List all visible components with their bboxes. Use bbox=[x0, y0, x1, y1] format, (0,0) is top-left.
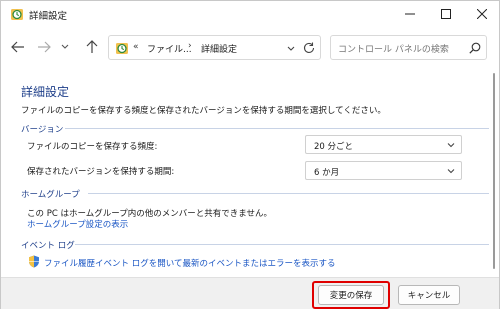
divider bbox=[88, 193, 489, 194]
page-title: 詳細設定 bbox=[21, 85, 70, 99]
file-history-icon bbox=[11, 9, 23, 20]
search-icon[interactable] bbox=[468, 41, 482, 55]
event-log-link[interactable]: ファイル履歴イベント ログを開いて最新のイベントまたはエラーを表示する bbox=[44, 257, 335, 269]
close-icon bbox=[477, 9, 487, 19]
settings-window: 詳細設定 « ファイル... › 詳細設定 コントロール パネルの検索 詳細設定… bbox=[0, 0, 500, 309]
maximize-button[interactable] bbox=[428, 1, 464, 27]
close-button[interactable] bbox=[464, 1, 500, 27]
cancel-button[interactable]: キャンセル bbox=[398, 285, 460, 305]
breadcrumb-overflow[interactable]: « bbox=[133, 42, 139, 52]
back-button[interactable] bbox=[7, 37, 29, 57]
breadcrumb-item-file-history[interactable]: ファイル... bbox=[147, 42, 192, 55]
chevron-down-icon bbox=[447, 143, 455, 148]
arrow-up-icon bbox=[86, 40, 98, 53]
search-box[interactable]: コントロール パネルの検索 bbox=[330, 35, 487, 60]
versions-heading: バージョン bbox=[21, 125, 64, 135]
divider bbox=[75, 244, 489, 245]
eventlog-heading: イベント ログ bbox=[21, 241, 75, 251]
save-frequency-select[interactable]: 20 分ごと bbox=[305, 135, 462, 154]
forward-button[interactable] bbox=[33, 37, 55, 57]
scrollbar-thumb[interactable] bbox=[493, 73, 495, 269]
main-content: 詳細設定 ファイルのコピーを保存する頻度と保存されたバージョンを保持する期間を選… bbox=[7, 67, 491, 277]
retention-label: 保存されたバージョンを保持する期間: bbox=[27, 167, 175, 177]
chevron-down-icon bbox=[61, 44, 69, 49]
arrow-right-icon bbox=[38, 41, 51, 53]
search-input[interactable]: コントロール パネルの検索 bbox=[338, 42, 449, 55]
maximize-icon bbox=[441, 9, 451, 19]
refresh-icon[interactable] bbox=[302, 41, 316, 55]
address-bar[interactable]: « ファイル... › 詳細設定 bbox=[108, 35, 321, 60]
title-bar: 詳細設定 bbox=[1, 1, 499, 27]
arrow-left-icon bbox=[11, 41, 24, 53]
minimize-icon bbox=[405, 13, 415, 15]
homegroup-heading: ホームグループ bbox=[21, 190, 80, 200]
footer-bar: 変更の保存 キャンセル bbox=[1, 277, 499, 309]
file-history-icon bbox=[116, 43, 128, 54]
uac-shield-icon bbox=[29, 255, 39, 268]
chevron-down-icon bbox=[447, 169, 455, 174]
window-title: 詳細設定 bbox=[29, 11, 68, 22]
recent-locations-button[interactable] bbox=[58, 37, 72, 57]
breadcrumb-separator[interactable]: › bbox=[188, 41, 192, 51]
navigation-bar: « ファイル... › 詳細設定 コントロール パネルの検索 bbox=[1, 27, 499, 67]
retention-value: 6 か月 bbox=[314, 168, 340, 178]
divider bbox=[65, 128, 489, 129]
retention-select[interactable]: 6 か月 bbox=[305, 161, 462, 180]
up-button[interactable] bbox=[81, 37, 103, 57]
save-changes-button[interactable]: 変更の保存 bbox=[318, 285, 384, 305]
homegroup-settings-link[interactable]: ホームグループ設定の表示 bbox=[27, 218, 128, 230]
page-description: ファイルのコピーを保存する頻度と保存されたバージョンを保持する期間を選択してくだ… bbox=[21, 106, 386, 116]
save-frequency-label: ファイルのコピーを保存する頻度: bbox=[27, 142, 158, 152]
scrollbar[interactable] bbox=[491, 67, 497, 277]
chevron-down-icon[interactable] bbox=[285, 42, 297, 54]
breadcrumb-item-advanced-settings[interactable]: 詳細設定 bbox=[201, 42, 237, 55]
minimize-button[interactable] bbox=[392, 1, 428, 27]
save-frequency-value: 20 分ごと bbox=[314, 142, 354, 152]
